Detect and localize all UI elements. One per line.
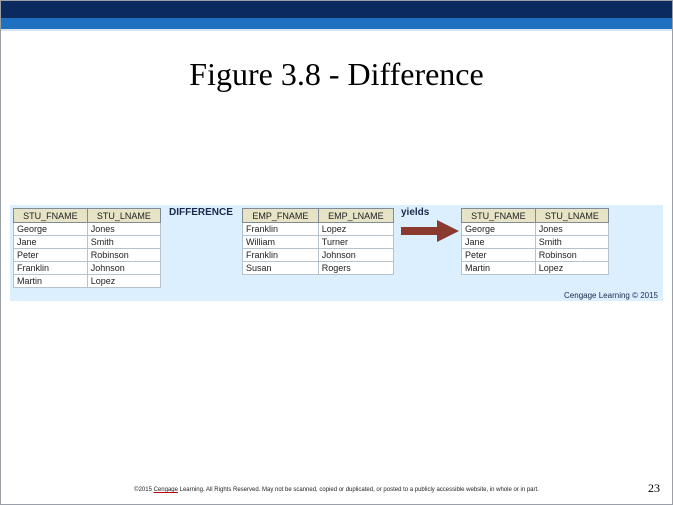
last-name-cell: Turner [317,235,395,249]
column-header: STU_FNAME [13,208,88,223]
table-row: Susan Rogers [242,261,395,275]
first-name-cell: Peter [13,248,88,262]
footer-text: Learning. All Rights Reserved. May not b… [177,487,539,493]
first-name-cell: Peter [461,248,536,262]
first-name-cell: Franklin [242,248,319,262]
last-name-cell: Lopez [86,274,162,288]
copyright-footer: ©2015 Cengage Learning. All Rights Reser… [1,487,672,493]
last-name-cell: Jones [534,222,610,236]
last-name-cell: Robinson [534,248,610,262]
last-name-cell: Robinson [86,248,162,262]
header-bar-blue [1,18,672,29]
last-name-cell: Smith [534,235,610,249]
last-name-cell: Johnson [317,248,395,262]
column-header: EMP_LNAME [317,208,395,223]
header-bar-line [1,29,672,31]
table-row: Jane Smith [461,235,610,249]
employee-table: EMP_FNAME EMP_LNAME Franklin Lopez William… [242,208,395,275]
column-header: STU_FNAME [461,208,536,223]
table-row: William Turner [242,235,395,249]
footer-brand: Cengage [153,487,178,493]
last-name-cell: Rogers [317,261,395,275]
last-name-cell: Smith [86,235,162,249]
page-number: 23 [648,481,660,495]
first-name-cell: Martin [461,261,536,275]
yields-label: yields [401,207,430,218]
last-name-cell: Lopez [317,222,395,236]
table-row: George Jones [461,222,610,236]
first-name-cell: Franklin [242,222,319,236]
first-name-cell: William [242,235,319,249]
first-name-cell: George [13,222,88,236]
table-row: Peter Robinson [13,248,162,262]
student-table: STU_FNAME STU_LNAME George Jones Jane Smith… [13,208,162,288]
header-bar-dark [1,1,672,18]
difference-operator-label: DIFFERENCE [169,207,233,218]
figure-credit: Cengage Learning © 2015 [564,291,658,300]
slide: Figure 3.8 - Difference STU_FNAME STU_LN… [0,0,673,505]
first-name-cell: George [461,222,536,236]
table-row: Martin Lopez [461,261,610,275]
last-name-cell: Johnson [86,261,162,275]
table-row: George Jones [13,222,162,236]
last-name-cell: Lopez [534,261,610,275]
first-name-cell: Jane [13,235,88,249]
first-name-cell: Martin [13,274,88,288]
arrow-right-icon [401,220,459,242]
column-header: EMP_FNAME [242,208,319,223]
last-name-cell: Jones [86,222,162,236]
result-table: STU_FNAME STU_LNAME George Jones Jane Smith… [461,208,610,275]
table-row: Franklin Johnson [242,248,395,262]
first-name-cell: Jane [461,235,536,249]
column-header: STU_LNAME [534,208,610,223]
table-row: Jane Smith [13,235,162,249]
footer-prefix: ©2015 [134,487,154,493]
slide-title: Figure 3.8 - Difference [189,56,484,92]
table-row: Franklin Lopez [242,222,395,236]
column-header: STU_LNAME [86,208,162,223]
first-name-cell: Susan [242,261,319,275]
first-name-cell: Franklin [13,261,88,275]
table-row: Martin Lopez [13,274,162,288]
table-row: Franklin Johnson [13,261,162,275]
table-row: Peter Robinson [461,248,610,262]
